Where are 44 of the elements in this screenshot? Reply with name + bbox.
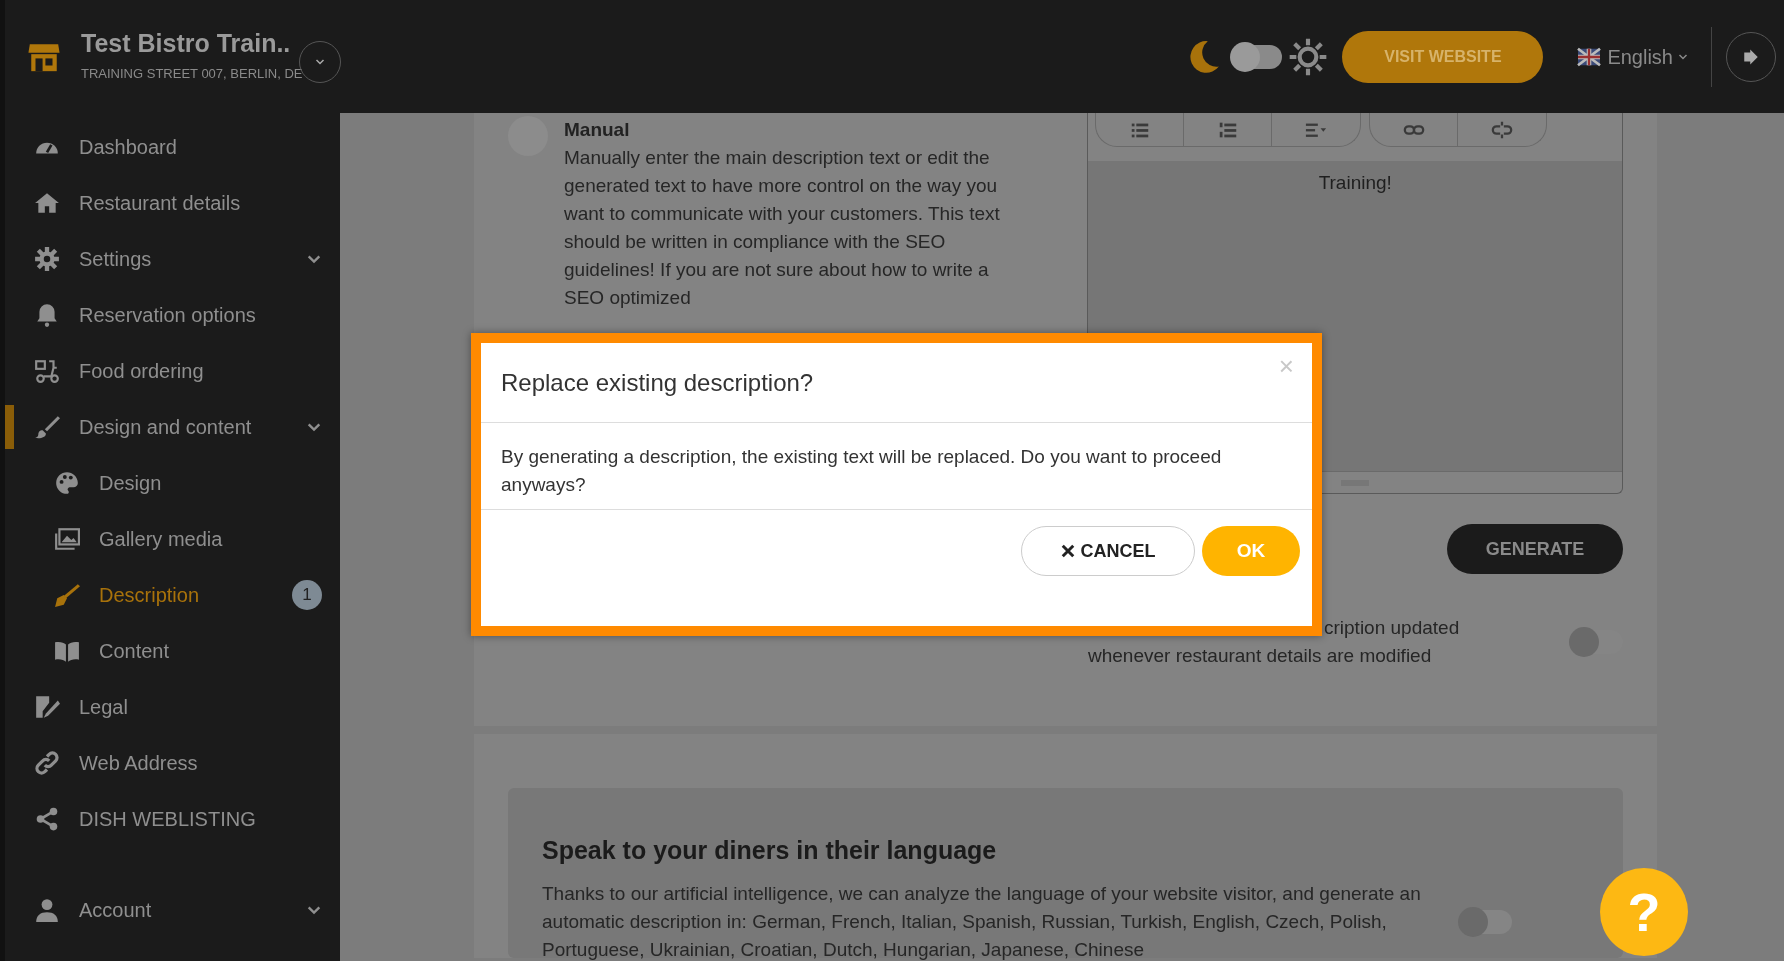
cancel-button[interactable]: CANCEL [1021,526,1195,576]
dialog-title: Replace existing description? [501,367,814,398]
pen-icon [54,582,80,608]
section-title: Speak to your diners in their language [542,835,998,866]
section-description: Thanks to our artificial intelligence, we can analyze the language of your website visitor, and generate an automatic description in: German, French, Italian, Spanish, Russian, Turkish, English, Czech, Polish, Portuguese, Ukrainian, Croatian, Dutch, Hungarian, Japanese, Chinese [542,881,1422,961]
sidebar-item[interactable]: Gallery media [5,511,340,567]
count-badge: 1 [292,580,322,610]
language-label: English [1607,44,1673,70]
sun-icon [1288,36,1329,77]
language-selector[interactable]: English [1569,40,1695,73]
sidebar-item[interactable]: Account [5,882,340,938]
sidebar-item[interactable]: Food ordering [5,343,340,399]
images-icon [54,526,80,552]
palette-icon [54,470,80,496]
sidebar-item[interactable]: Design [5,455,340,511]
sidebar-item[interactable]: Restaurant details [5,175,340,231]
business-name: Test Bistro Train.. [81,30,292,58]
active-indicator [5,405,14,449]
document-pen-icon [34,694,60,720]
bell-icon [34,302,60,328]
sidebar-item[interactable]: Content [5,623,340,679]
gear-icon [34,246,60,272]
sidebar-item[interactable]: Web Address [5,735,340,791]
editor-text: Training! [1318,172,1392,193]
sidebar-item[interactable]: Reservation options [5,287,340,343]
auto-update-label: cription updated whenever restaurant details are modified [1088,616,1461,668]
option-title: Manual [564,118,631,142]
sidebar-item[interactable]: Settings [5,231,340,287]
option-description: Manually enter the main description text or edit the generated text to have more control on the way you want to communicate with your customers. This text should be written in compliance with the SEO guidelines! If you are not sure about how to write a SEO optimized [564,146,1001,310]
business-address: TRAINING STREET 007, BERLIN, DE [81,64,303,83]
logout-icon [1742,47,1760,66]
sidebar-item[interactable]: Description 1 [5,567,340,623]
generate-button[interactable]: GENERATE [1447,524,1623,574]
person-icon [34,897,60,923]
sidebar-item[interactable]: Legal [5,679,340,735]
sidebar-item[interactable]: DISH WEBLISTING [5,791,340,847]
theme-toggle[interactable] [1232,44,1283,69]
close-icon [1060,544,1075,558]
sidebar-item[interactable]: Dashboard [5,119,340,175]
flag-icon [1575,45,1604,68]
sidebar-item[interactable]: Design and content [5,399,340,455]
link-icon [34,750,60,776]
share-icon [34,806,60,832]
paintbrush-icon [34,414,60,440]
